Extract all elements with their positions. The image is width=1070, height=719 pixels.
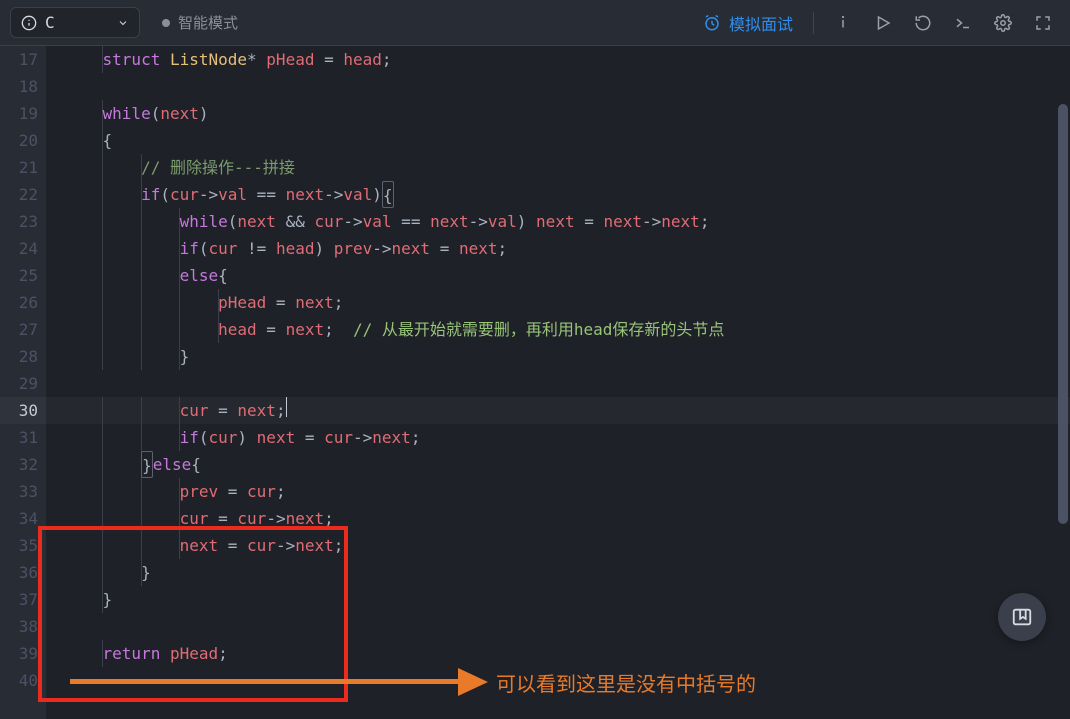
fullscreen-button[interactable] — [1026, 6, 1060, 40]
annotation-arrow — [70, 679, 460, 684]
smart-mode-label: 智能模式 — [178, 12, 238, 33]
vertical-scrollbar[interactable] — [1058, 94, 1068, 715]
language-label: C — [45, 13, 55, 32]
line-number: 23 — [0, 208, 38, 235]
line-number: 37 — [0, 586, 38, 613]
toolbar-divider — [813, 12, 814, 34]
mock-interview-button[interactable]: 模拟面试 — [695, 7, 801, 39]
line-number: 30 — [0, 397, 38, 424]
code-line[interactable] — [64, 73, 1070, 100]
alarm-icon — [703, 14, 721, 32]
line-number: 40 — [0, 667, 38, 694]
code-line[interactable]: next = cur->next; — [64, 532, 1070, 559]
italic-i-icon — [834, 14, 852, 32]
line-number: 35 — [0, 532, 38, 559]
line-number: 18 — [0, 73, 38, 100]
code-line[interactable]: cur = cur->next; — [64, 505, 1070, 532]
line-number: 25 — [0, 262, 38, 289]
code-line[interactable]: else{ — [64, 262, 1070, 289]
code-line[interactable]: } — [64, 586, 1070, 613]
info-icon — [21, 15, 37, 31]
code-editor[interactable]: 1718192021222324252627282930313233343536… — [0, 46, 1070, 719]
code-line[interactable]: if(cur) next = cur->next; — [64, 424, 1070, 451]
line-number: 34 — [0, 505, 38, 532]
code-line[interactable]: if(cur->val == next->val){ — [64, 181, 1070, 208]
code-line[interactable]: pHead = next; — [64, 289, 1070, 316]
info-button[interactable] — [826, 6, 860, 40]
bookmark-fab[interactable] — [998, 593, 1046, 641]
settings-button[interactable] — [986, 6, 1020, 40]
code-line[interactable]: if(cur != head) prev->next = next; — [64, 235, 1070, 262]
code-line[interactable]: } — [64, 559, 1070, 586]
code-line[interactable]: cur = next; — [64, 397, 1070, 424]
expand-icon — [1034, 14, 1052, 32]
code-line[interactable]: struct ListNode* pHead = head; — [64, 46, 1070, 73]
line-number: 28 — [0, 343, 38, 370]
line-number: 38 — [0, 613, 38, 640]
code-line[interactable]: while(next) — [64, 100, 1070, 127]
line-number: 20 — [0, 127, 38, 154]
line-number: 24 — [0, 235, 38, 262]
status-dot-icon — [162, 19, 170, 27]
line-number: 29 — [0, 370, 38, 397]
terminal-button[interactable] — [946, 6, 980, 40]
code-line[interactable]: } — [64, 343, 1070, 370]
line-number: 31 — [0, 424, 38, 451]
line-number: 36 — [0, 559, 38, 586]
line-number: 26 — [0, 289, 38, 316]
code-line[interactable]: // 删除操作---拼接 — [64, 154, 1070, 181]
line-number: 33 — [0, 478, 38, 505]
code-line[interactable]: return pHead; — [64, 640, 1070, 667]
code-content[interactable]: struct ListNode* pHead = head; while(nex… — [46, 46, 1070, 719]
editor-toolbar: C 智能模式 模拟面试 — [0, 0, 1070, 46]
language-selector[interactable]: C — [10, 7, 140, 38]
mock-interview-label: 模拟面试 — [729, 11, 793, 35]
text-cursor — [286, 397, 288, 417]
line-number: 27 — [0, 316, 38, 343]
line-number: 21 — [0, 154, 38, 181]
run-button[interactable] — [866, 6, 900, 40]
code-line[interactable]: while(next && cur->val == next->val) nex… — [64, 208, 1070, 235]
code-line[interactable]: { — [64, 127, 1070, 154]
scrollbar-thumb[interactable] — [1058, 104, 1068, 524]
annotation-arrow-head — [458, 668, 488, 696]
line-number: 39 — [0, 640, 38, 667]
play-icon — [874, 14, 892, 32]
line-number-gutter: 1718192021222324252627282930313233343536… — [0, 46, 46, 719]
line-number: 32 — [0, 451, 38, 478]
line-number: 17 — [0, 46, 38, 73]
annotation-text: 可以看到这里是没有中括号的 — [496, 668, 756, 697]
gear-icon — [994, 14, 1012, 32]
line-number: 19 — [0, 100, 38, 127]
code-line[interactable]: prev = cur; — [64, 478, 1070, 505]
refresh-icon — [914, 14, 932, 32]
chevron-down-icon — [117, 17, 129, 29]
code-line[interactable] — [64, 370, 1070, 397]
bookmark-icon — [1011, 606, 1033, 628]
terminal-icon — [954, 14, 972, 32]
line-number: 22 — [0, 181, 38, 208]
code-line[interactable]: head = next; // 从最开始就需要删，再利用head保存新的头节点 — [64, 316, 1070, 343]
reset-button[interactable] — [906, 6, 940, 40]
code-line[interactable] — [64, 613, 1070, 640]
smart-mode-indicator[interactable]: 智能模式 — [162, 12, 238, 33]
code-line[interactable]: }else{ — [64, 451, 1070, 478]
